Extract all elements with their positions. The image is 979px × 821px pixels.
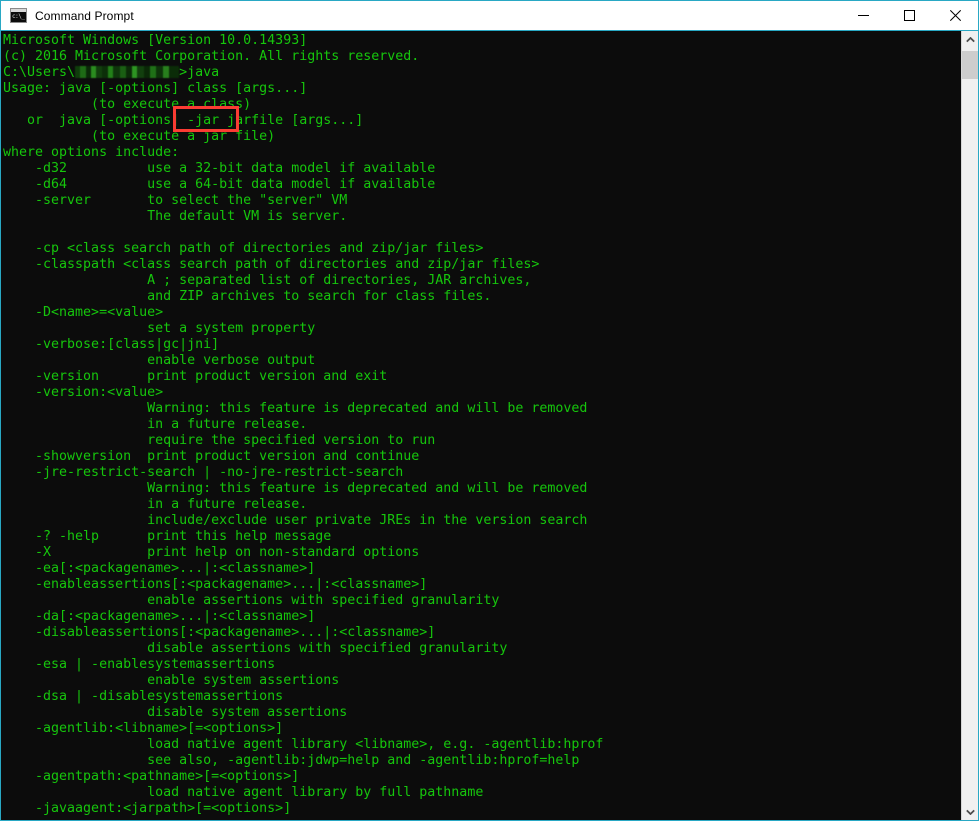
chevron-down-icon (966, 809, 975, 815)
console-output[interactable]: Microsoft Windows [Version 10.0.14393] (… (1, 31, 961, 820)
minimize-button[interactable] (840, 1, 886, 30)
chevron-up-icon (966, 37, 975, 43)
java-usage-text: Usage: java [-options] class [args...] (… (3, 81, 603, 816)
window-title: Command Prompt (35, 9, 134, 23)
scroll-down-button[interactable] (962, 803, 978, 820)
title-bar-left: c:\_ Command Prompt (1, 8, 134, 23)
redacted-username (75, 66, 179, 78)
minimize-icon (858, 10, 869, 21)
console-text-block: Microsoft Windows [Version 10.0.14393] (… (1, 31, 961, 817)
console-banner-text: Microsoft Windows [Version 10.0.14393] (… (3, 33, 419, 64)
window-controls (840, 1, 978, 30)
prompt-path-prefix: C:\Users\ (3, 65, 75, 80)
vertical-scrollbar[interactable] (961, 31, 978, 820)
console-icon: c:\_ (10, 8, 27, 23)
maximize-icon (904, 10, 915, 21)
close-icon (950, 10, 961, 21)
maximize-button[interactable] (886, 1, 932, 30)
scroll-up-button[interactable] (962, 31, 978, 48)
scrollbar-thumb[interactable] (962, 51, 978, 79)
scrollbar-track[interactable] (962, 48, 978, 803)
console-area: Microsoft Windows [Version 10.0.14393] (… (1, 30, 978, 820)
close-button[interactable] (932, 1, 978, 30)
prompt-command: >java (179, 65, 219, 80)
command-prompt-window: c:\_ Command Prompt (0, 0, 979, 821)
title-bar[interactable]: c:\_ Command Prompt (1, 1, 978, 30)
